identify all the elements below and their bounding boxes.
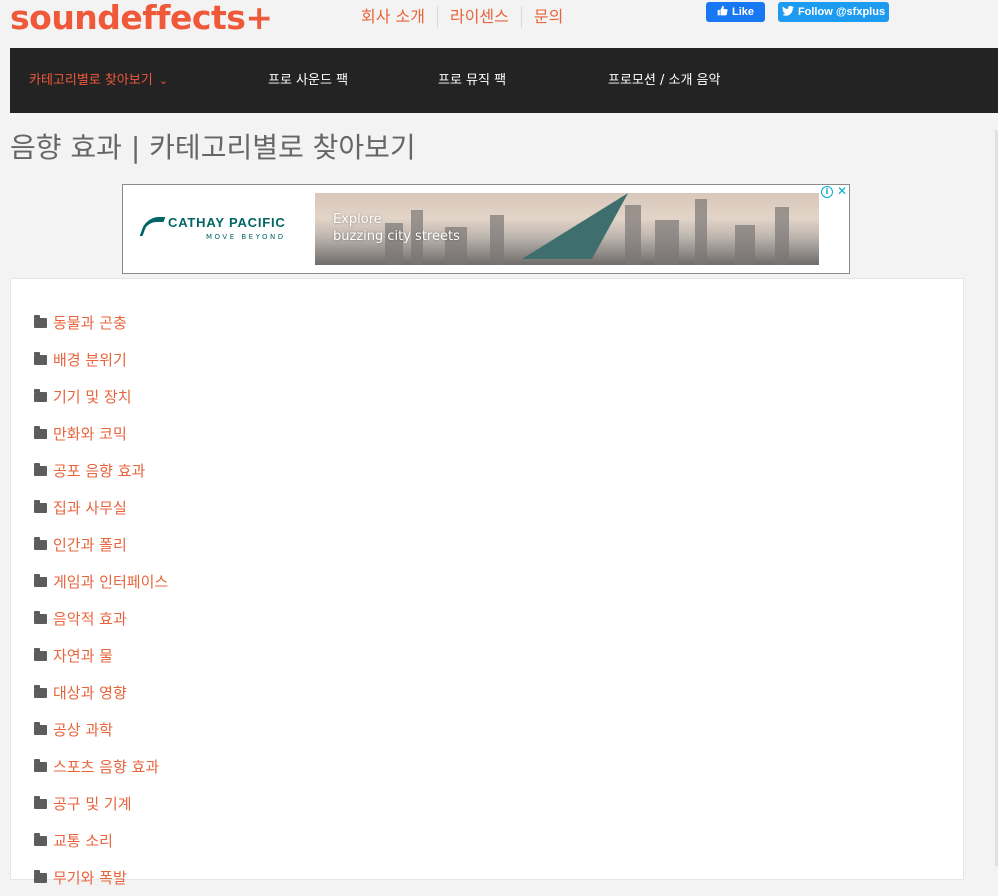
folder-icon (34, 426, 47, 439)
folder-icon (34, 463, 47, 476)
ad-brand: CATHAY PACIFIC (168, 215, 286, 230)
ad-logo: CATHAY PACIFIC MOVE BEYOND (139, 215, 286, 241)
category-item[interactable]: 집과 사무실 (34, 489, 168, 526)
site-logo[interactable]: soundeffects+ (10, 0, 273, 37)
twitter-bird-icon (781, 5, 794, 19)
folder-icon (34, 685, 47, 698)
aircraft-tail-image (521, 193, 639, 259)
folder-icon (34, 870, 47, 883)
folder-icon (34, 537, 47, 550)
nav-browse-by-category[interactable]: 카테고리별로 찾아보기 ⌄ (29, 48, 168, 113)
ad-city-image: Explore buzzing city streets (315, 193, 819, 265)
top-links: 회사 소개 라이센스 문의 (349, 6, 575, 28)
twitter-follow-button[interactable]: Follow @sfxplus (778, 2, 889, 22)
folder-icon (34, 833, 47, 846)
link-contact[interactable]: 문의 (520, 6, 575, 28)
category-item[interactable]: 배경 분위기 (34, 341, 168, 378)
folder-icon (34, 722, 47, 735)
ad-close-icon[interactable]: ✕ (837, 184, 847, 198)
folder-icon (34, 315, 47, 328)
twitter-follow-label: Follow @sfxplus (797, 6, 886, 18)
category-item[interactable]: 공포 음향 효과 (34, 452, 168, 489)
folder-icon (34, 389, 47, 402)
category-item[interactable]: 스포츠 음향 효과 (34, 748, 168, 785)
page-title: 음향 효과 | 카테고리별로 찾아보기 (10, 131, 416, 164)
folder-icon (34, 352, 47, 365)
category-item[interactable]: 공구 및 기계 (34, 785, 168, 822)
ad-headline: Explore buzzing city streets (333, 212, 460, 244)
ad-tagline: MOVE BEYOND (206, 233, 286, 241)
nav-pro-music-packs[interactable]: 프로 뮤직 팩 (438, 48, 506, 113)
category-item[interactable]: 교통 소리 (34, 822, 168, 859)
folder-icon (34, 574, 47, 587)
nav-browse-label: 카테고리별로 찾아보기 (29, 73, 153, 88)
folder-icon (34, 500, 47, 513)
facebook-like-label: Like (731, 6, 754, 18)
ad-info-icon[interactable]: i (821, 186, 833, 198)
link-about[interactable]: 회사 소개 (349, 6, 437, 28)
category-item[interactable]: 기기 및 장치 (34, 378, 168, 415)
folder-icon (34, 796, 47, 809)
ad-banner[interactable]: CATHAY PACIFIC MOVE BEYOND Explore buzzi… (122, 184, 850, 274)
folder-icon (34, 648, 47, 661)
nav-promo-music[interactable]: 프로모션 / 소개 음악 (608, 48, 720, 113)
category-item[interactable]: 자연과 물 (34, 637, 168, 674)
category-item[interactable]: 무기와 폭발 (34, 859, 168, 896)
chevron-down-icon: ⌄ (158, 74, 168, 87)
category-item[interactable]: 만화와 코믹 (34, 415, 168, 452)
folder-icon (34, 611, 47, 624)
nav-pro-sound-packs[interactable]: 프로 사운드 팩 (268, 48, 348, 113)
thumbs-up-icon (717, 5, 728, 19)
category-item[interactable]: 음악적 효과 (34, 600, 168, 637)
facebook-like-button[interactable]: Like (706, 2, 765, 22)
folder-icon (34, 759, 47, 772)
cathay-brushwing-icon (139, 217, 166, 236)
category-list-panel: 동물과 곤충 배경 분위기 기기 및 장치 만화와 코믹 공포 음향 효과 집과… (10, 278, 964, 887)
category-item[interactable]: 대상과 영향 (34, 674, 168, 711)
category-item[interactable]: 공상 과학 (34, 711, 168, 748)
category-list: 동물과 곤충 배경 분위기 기기 및 장치 만화와 코믹 공포 음향 효과 집과… (34, 304, 168, 896)
category-item[interactable]: 동물과 곤충 (34, 304, 168, 341)
category-item[interactable]: 인간과 폴리 (34, 526, 168, 563)
main-nav: 카테고리별로 찾아보기 ⌄ 프로 사운드 팩 프로 뮤직 팩 프로모션 / 소개 … (10, 48, 998, 113)
link-license[interactable]: 라이센스 (436, 6, 521, 28)
category-item[interactable]: 게임과 인터페이스 (34, 563, 168, 600)
